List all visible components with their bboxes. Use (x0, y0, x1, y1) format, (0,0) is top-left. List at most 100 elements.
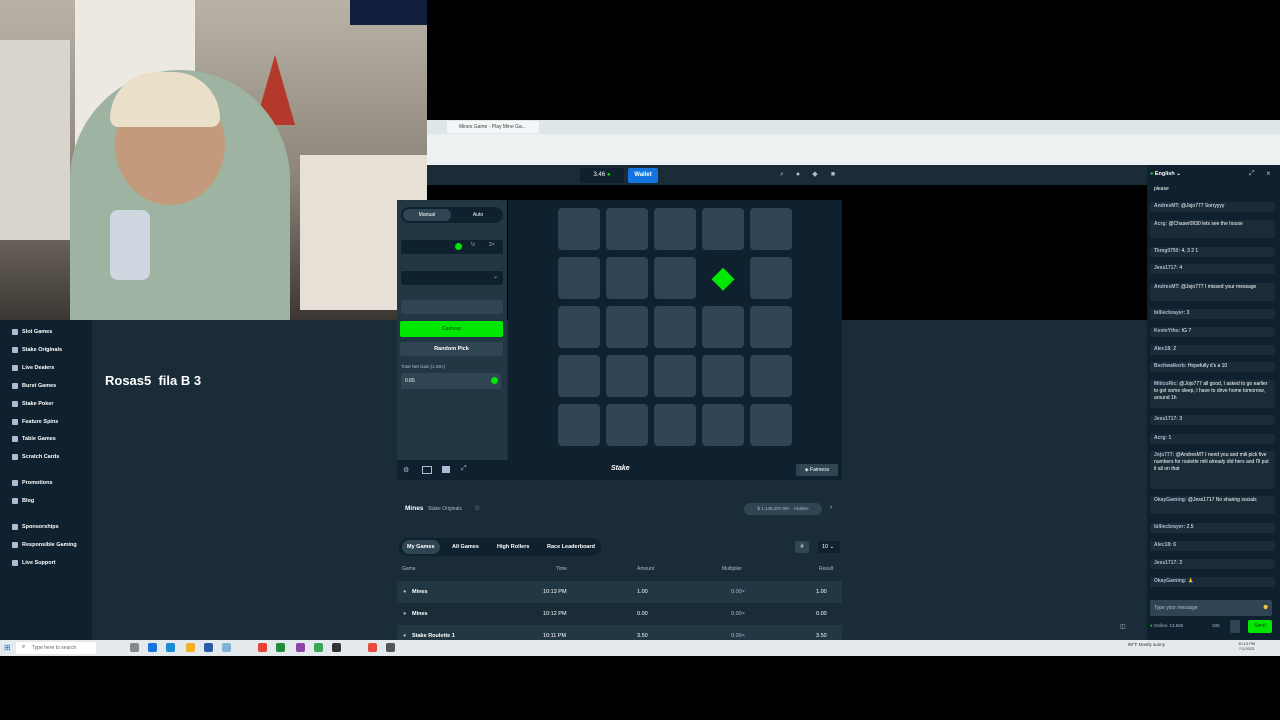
mine-tile[interactable] (606, 306, 648, 348)
chat-username[interactable]: KevinYtho: (1154, 328, 1180, 334)
sidebar-item[interactable]: Slot Games (12, 325, 52, 339)
explorer-icon[interactable] (186, 643, 195, 652)
mine-tile[interactable] (654, 355, 696, 397)
wallet-button[interactable]: Wallet (628, 168, 658, 183)
sidebar-item[interactable]: Table Games (12, 432, 56, 446)
theatre-icon[interactable] (422, 466, 432, 474)
chat-username[interactable]: OkayGaming: (1154, 578, 1187, 584)
chat-username[interactable]: AndresMT: (1154, 284, 1180, 290)
search-icon[interactable]: ⌕ (778, 171, 786, 179)
browser-tab[interactable]: Mines Game - Play Mine Ga... (447, 121, 539, 133)
language-select[interactable]: ● English ⌄ (1150, 171, 1181, 177)
mines-select[interactable] (401, 271, 503, 285)
taskbar-search[interactable]: Type here to search (16, 642, 96, 654)
mine-tile[interactable] (558, 355, 600, 397)
chat-input[interactable]: Type your message (1150, 600, 1272, 616)
mine-tile[interactable] (702, 404, 744, 446)
table-row[interactable]: ● Mines 10:12 PM 0.00 0.00× 0.00 (397, 603, 842, 625)
chat-username[interactable]: MiticoRic: (1154, 381, 1178, 387)
mine-tile[interactable] (750, 355, 792, 397)
chrome-icon[interactable] (258, 643, 267, 652)
mine-tile[interactable] (702, 208, 744, 250)
sidebar-item[interactable]: Stake Poker (12, 397, 54, 411)
mine-tile[interactable] (606, 208, 648, 250)
chat-username[interactable]: Jess1717: (1154, 416, 1178, 422)
mine-tile[interactable] (750, 404, 792, 446)
stats-icon[interactable] (442, 466, 450, 473)
page-size-select[interactable]: 10 ⌄ (818, 541, 840, 553)
chrome-icon[interactable] (166, 643, 175, 652)
sidebar-item[interactable]: Sponsorships (12, 520, 59, 534)
sidebar-item[interactable]: Burst Games (12, 379, 56, 393)
double-button[interactable]: 2× (489, 242, 495, 248)
tab-auto[interactable]: Auto (454, 209, 502, 221)
mine-tile[interactable] (558, 404, 600, 446)
chevron-right-icon[interactable]: › (830, 504, 832, 511)
cashout-button[interactable]: Cashout (400, 321, 503, 337)
half-button[interactable]: ½ (471, 242, 475, 248)
sidebar-item[interactable]: Responsible Gaming (12, 538, 77, 552)
mine-tile[interactable] (606, 257, 648, 299)
mine-tile[interactable] (606, 355, 648, 397)
taskview-icon[interactable] (130, 643, 139, 652)
windows-start-icon[interactable]: ⊞ (4, 643, 11, 652)
chat-username[interactable]: Acrg: (1154, 435, 1167, 441)
tab-all-games[interactable]: All Games (447, 540, 484, 554)
balance-display[interactable]: 3.46 ● (580, 168, 624, 183)
chat-username[interactable]: Alec18: (1154, 542, 1172, 548)
obs-icon[interactable] (332, 643, 341, 652)
mine-tile[interactable] (654, 306, 696, 348)
mine-tile[interactable] (750, 257, 792, 299)
chat-username[interactable]: billiecbrayer: (1154, 524, 1185, 530)
mine-tile[interactable] (654, 208, 696, 250)
sidebar-item[interactable]: Feature Spins (12, 415, 58, 429)
app-icon[interactable] (386, 643, 395, 652)
tab-manual[interactable]: Manual (403, 209, 451, 221)
expand-icon[interactable]: ⤢ (461, 465, 467, 473)
rules-icon[interactable] (1230, 620, 1240, 633)
app-icon[interactable] (296, 643, 305, 652)
mine-tile[interactable] (558, 257, 600, 299)
chat-username[interactable]: Acrg: (1154, 221, 1167, 227)
tab-high-rollers[interactable]: High Rollers (492, 540, 534, 554)
mine-tile[interactable]: ◆ (702, 257, 744, 299)
mine-tile[interactable] (750, 306, 792, 348)
bet-amount-input[interactable] (401, 240, 503, 254)
mine-tile[interactable] (702, 306, 744, 348)
weather-widget[interactable]: 90°F Mostly sunny (1128, 642, 1165, 647)
sidebar-item[interactable]: Stake Originals (12, 343, 62, 357)
sidebar-item[interactable]: Blog (12, 494, 34, 508)
mine-tile[interactable] (750, 208, 792, 250)
mine-tile[interactable] (654, 257, 696, 299)
fairness-button[interactable]: ◈ Fairness (796, 464, 838, 476)
settings-icon[interactable]: ⚙ (403, 466, 409, 474)
mine-tile[interactable] (558, 306, 600, 348)
chat-username[interactable]: Tkmg0750: (1154, 248, 1180, 254)
chat-username[interactable]: Jojo777: (1154, 452, 1174, 458)
popout-icon[interactable]: ⤢ (1249, 170, 1255, 178)
excel-icon[interactable] (276, 643, 285, 652)
table-row[interactable]: ● Mines 10:13 PM 1.00 0.00× 1.00 (397, 581, 842, 603)
chat-toggle-icon[interactable]: ◫ (1120, 623, 1126, 630)
chat-username[interactable]: billiecbrayer: (1154, 310, 1185, 316)
send-button[interactable]: Send (1248, 620, 1272, 633)
app-icon[interactable] (368, 643, 377, 652)
app-icon[interactable] (222, 643, 231, 652)
sidebar-item[interactable]: Promotions (12, 476, 53, 490)
sidebar-item[interactable]: Live Dealers (12, 361, 54, 375)
max-win-badge[interactable]: $ 1,148,297.00+ · Hidden (744, 503, 822, 515)
user-icon[interactable]: ● (794, 171, 802, 179)
star-icon[interactable]: ☆ (474, 504, 480, 512)
tab-race-leaderboard[interactable]: Race Leaderboard (542, 540, 600, 554)
app-icon[interactable] (314, 643, 323, 652)
sidebar-item[interactable]: Scratch Cards (12, 450, 59, 464)
hash-icon[interactable]: # (795, 541, 809, 553)
chat-username[interactable]: Bschwalkerb: (1154, 363, 1187, 369)
chat-username[interactable]: AndresMT: (1154, 203, 1180, 209)
store-icon[interactable] (204, 643, 213, 652)
sidebar-item[interactable]: Live Support (12, 556, 56, 570)
mine-tile[interactable] (702, 355, 744, 397)
mine-tile[interactable] (558, 208, 600, 250)
chat-username[interactable]: Jess1717: (1154, 265, 1178, 271)
mine-tile[interactable] (654, 404, 696, 446)
